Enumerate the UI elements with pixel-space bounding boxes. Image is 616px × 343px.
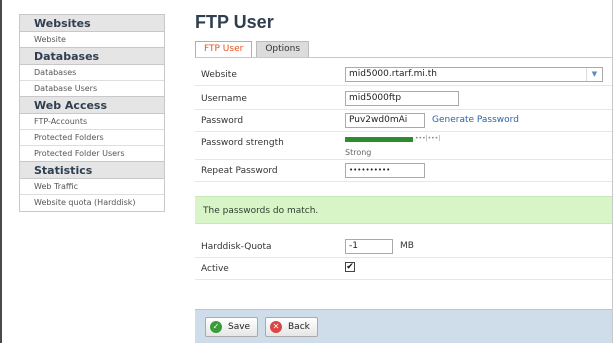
password-strength-text: Strong — [345, 148, 372, 157]
tab-options[interactable]: Options — [256, 41, 310, 57]
active-row: Active ✔ — [195, 258, 612, 280]
password-match-text: The passwords do match. — [203, 206, 319, 216]
sidebar-item-web-traffic[interactable]: Web Traffic — [20, 179, 164, 195]
username-label: Username — [201, 94, 247, 104]
website-select-value: mid5000.rtarf.mi.th — [349, 69, 437, 79]
repeat-password-row: Repeat Password •••••••••• — [195, 160, 612, 182]
repeat-password-label: Repeat Password — [201, 166, 278, 176]
save-button[interactable]: ✓ Save — [205, 317, 259, 337]
sidebar-group-databases: Databases — [20, 48, 164, 65]
form-footer: ✓ Save ✕ Back — [195, 309, 612, 343]
save-button-label: Save — [228, 322, 251, 332]
page-title: FTP User — [195, 12, 274, 32]
back-button[interactable]: ✕ Back — [265, 317, 318, 337]
username-input[interactable]: mid5000ftp — [345, 91, 459, 106]
quota-input[interactable]: -1 — [345, 239, 393, 254]
password-match-message: The passwords do match. — [195, 196, 612, 224]
sidebar-group-web-access: Web Access — [20, 97, 164, 114]
sidebar-item-protected-folders[interactable]: Protected Folders — [20, 130, 164, 146]
password-strength-label: Password strength — [201, 138, 284, 148]
password-strength-scale: •••|•••| — [415, 135, 441, 142]
window-left-border — [0, 0, 2, 343]
quota-row: Harddisk-Quota -1 MB — [195, 236, 612, 258]
x-circle-icon: ✕ — [270, 321, 282, 333]
sidebar-item-database-users[interactable]: Database Users — [20, 81, 164, 97]
sidebar-item-website-quota[interactable]: Website quota (Harddisk) — [20, 195, 164, 211]
sidebar-item-protected-folder-users[interactable]: Protected Folder Users — [20, 146, 164, 162]
password-strength-row: Password strength •••|•••| Strong — [195, 132, 612, 160]
website-row: Website mid5000.rtarf.mi.th ▼ — [195, 64, 612, 86]
sidebar-group-websites: Websites — [20, 15, 164, 32]
password-input[interactable]: Puv2wd0mAi — [345, 113, 425, 128]
sidebar: Websites Website Databases Databases Dat… — [19, 14, 165, 212]
chevron-down-icon: ▼ — [586, 68, 602, 81]
sidebar-group-statistics: Statistics — [20, 162, 164, 179]
tab-ftp-user[interactable]: FTP User — [195, 41, 253, 57]
repeat-password-input[interactable]: •••••••••• — [345, 163, 425, 178]
generate-password-link[interactable]: Generate Password — [432, 115, 519, 125]
password-label: Password — [201, 116, 244, 126]
active-label: Active — [201, 264, 229, 274]
sidebar-item-databases[interactable]: Databases — [20, 65, 164, 81]
website-select[interactable]: mid5000.rtarf.mi.th ▼ — [345, 67, 603, 82]
quota-unit: MB — [400, 241, 414, 251]
check-circle-icon: ✓ — [210, 321, 222, 333]
sidebar-item-website[interactable]: Website — [20, 32, 164, 48]
quota-label: Harddisk-Quota — [201, 242, 272, 252]
password-strength-bar — [345, 137, 413, 142]
tab-bar: FTP User Options — [195, 41, 310, 57]
tab-divider — [195, 57, 612, 58]
password-row: Password Puv2wd0mAi Generate Password — [195, 110, 612, 132]
active-checkbox[interactable]: ✔ — [345, 262, 355, 272]
sidebar-item-ftp-accounts[interactable]: FTP-Accounts — [20, 114, 164, 130]
website-label: Website — [201, 70, 237, 80]
username-row: Username mid5000ftp — [195, 88, 612, 110]
back-button-label: Back — [288, 322, 310, 332]
content-right-border — [612, 0, 613, 343]
